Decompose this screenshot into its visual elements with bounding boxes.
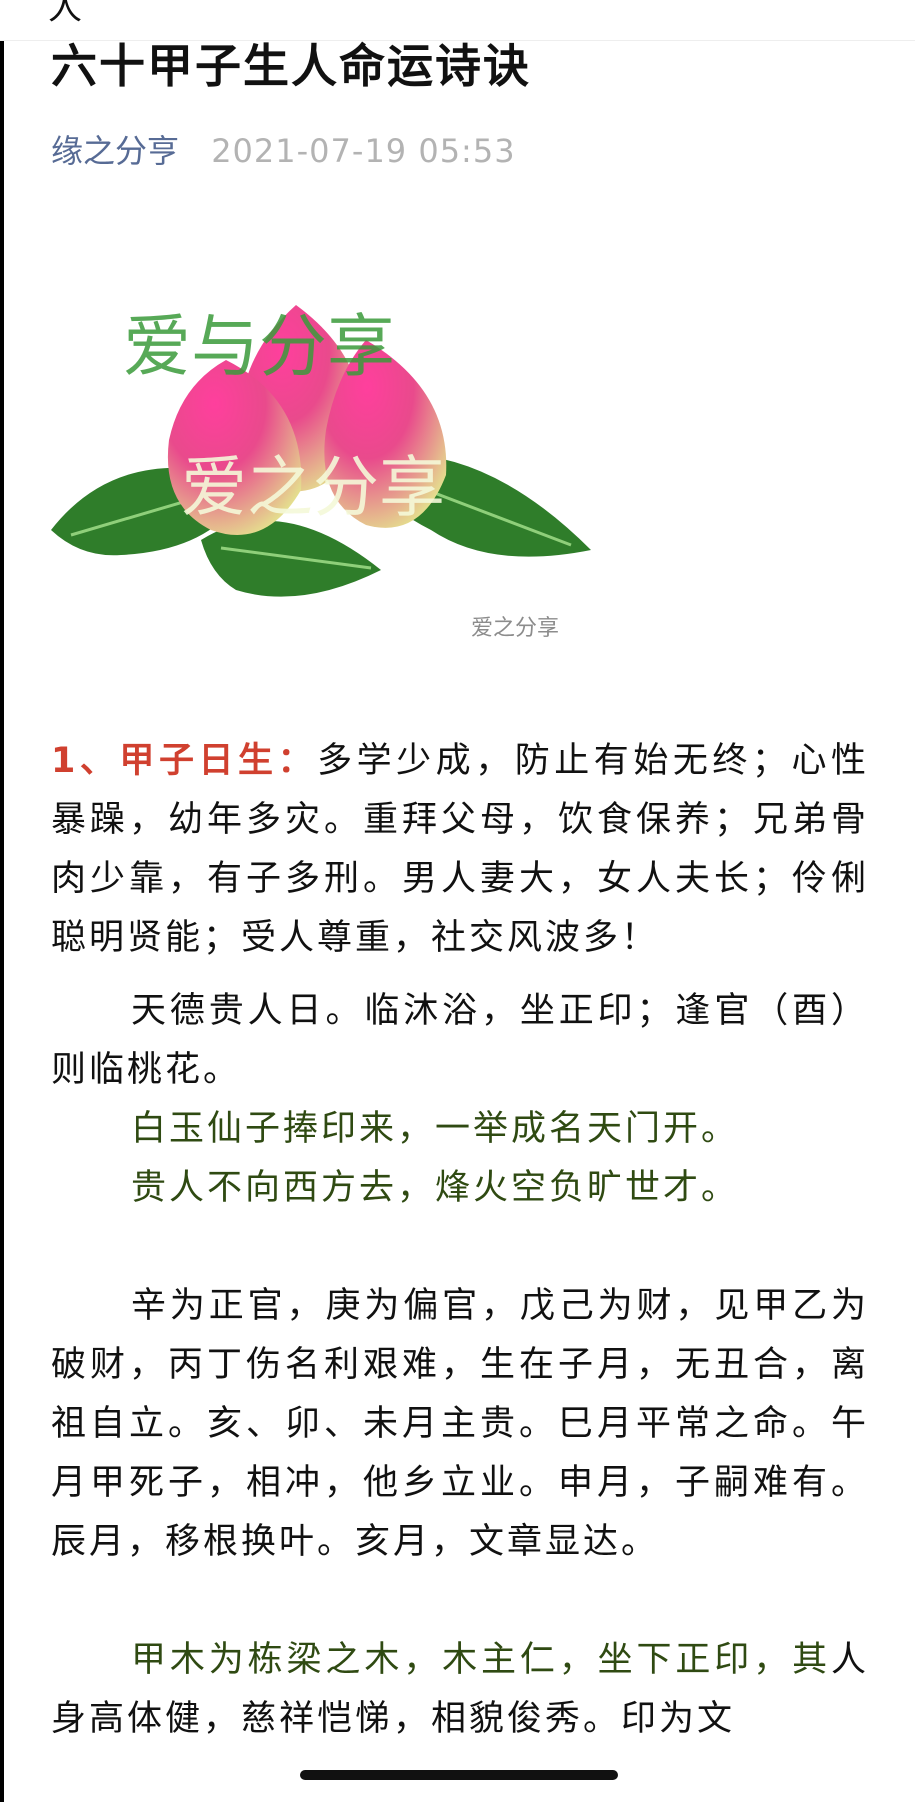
hero-text-middle: 爱之分享	[181, 449, 445, 526]
home-indicator[interactable]	[300, 1770, 618, 1780]
poem-line: 贵人不向西方去，烽火空负旷世才。	[131, 1168, 740, 1208]
hero-text-top: 爱与分享	[123, 308, 395, 387]
paragraph: 辛为正官，庚为偏官，戊己为财，见甲乙为破财，丙丁伤名利艰难，生在子月，无丑合，离…	[51, 1286, 869, 1562]
peach-illustration: 爱与分享 爱之分享	[51, 305, 591, 597]
paragraph-lead: 甲木为栋梁之木，木主仁，坐下正印，其	[131, 1640, 831, 1680]
hero-image[interactable]: 爱与分享 爱之分享 爱之分享	[51, 290, 596, 660]
section-label: 1、甲子日生：	[51, 741, 318, 781]
poem-line: 白玉仙子捧印来，一举成名天门开。	[131, 1109, 740, 1149]
article-body: 1、甲子日生：多学少成，防止有始无终；心性暴躁，幼年多灾。重拜父母，饮食保养；兄…	[51, 732, 869, 1749]
top-bar-glyph: 人	[48, 0, 82, 28]
article-meta: 缘之分亨 2021-07-19 05:53	[51, 126, 516, 172]
author-link[interactable]: 缘之分亨	[51, 132, 179, 170]
paragraph: 甲木为栋梁之木，木主仁，坐下正印，其人身高体健，慈祥恺悌，相貌俊秀。印为文	[51, 1631, 869, 1749]
left-edge-bar	[0, 0, 4, 1802]
paragraph: 1、甲子日生：多学少成，防止有始无终；心性暴躁，幼年多灾。重拜父母，饮食保养；兄…	[51, 732, 869, 968]
publish-date: 2021-07-19 05:53	[211, 132, 516, 170]
article-title: 六十甲子生人命运诗诀	[51, 39, 531, 93]
paragraph: 天德贵人日。临沐浴，坐正印；逢官（酉）则临桃花。	[51, 991, 869, 1090]
hero-watermark: 爱之分享	[471, 616, 560, 641]
